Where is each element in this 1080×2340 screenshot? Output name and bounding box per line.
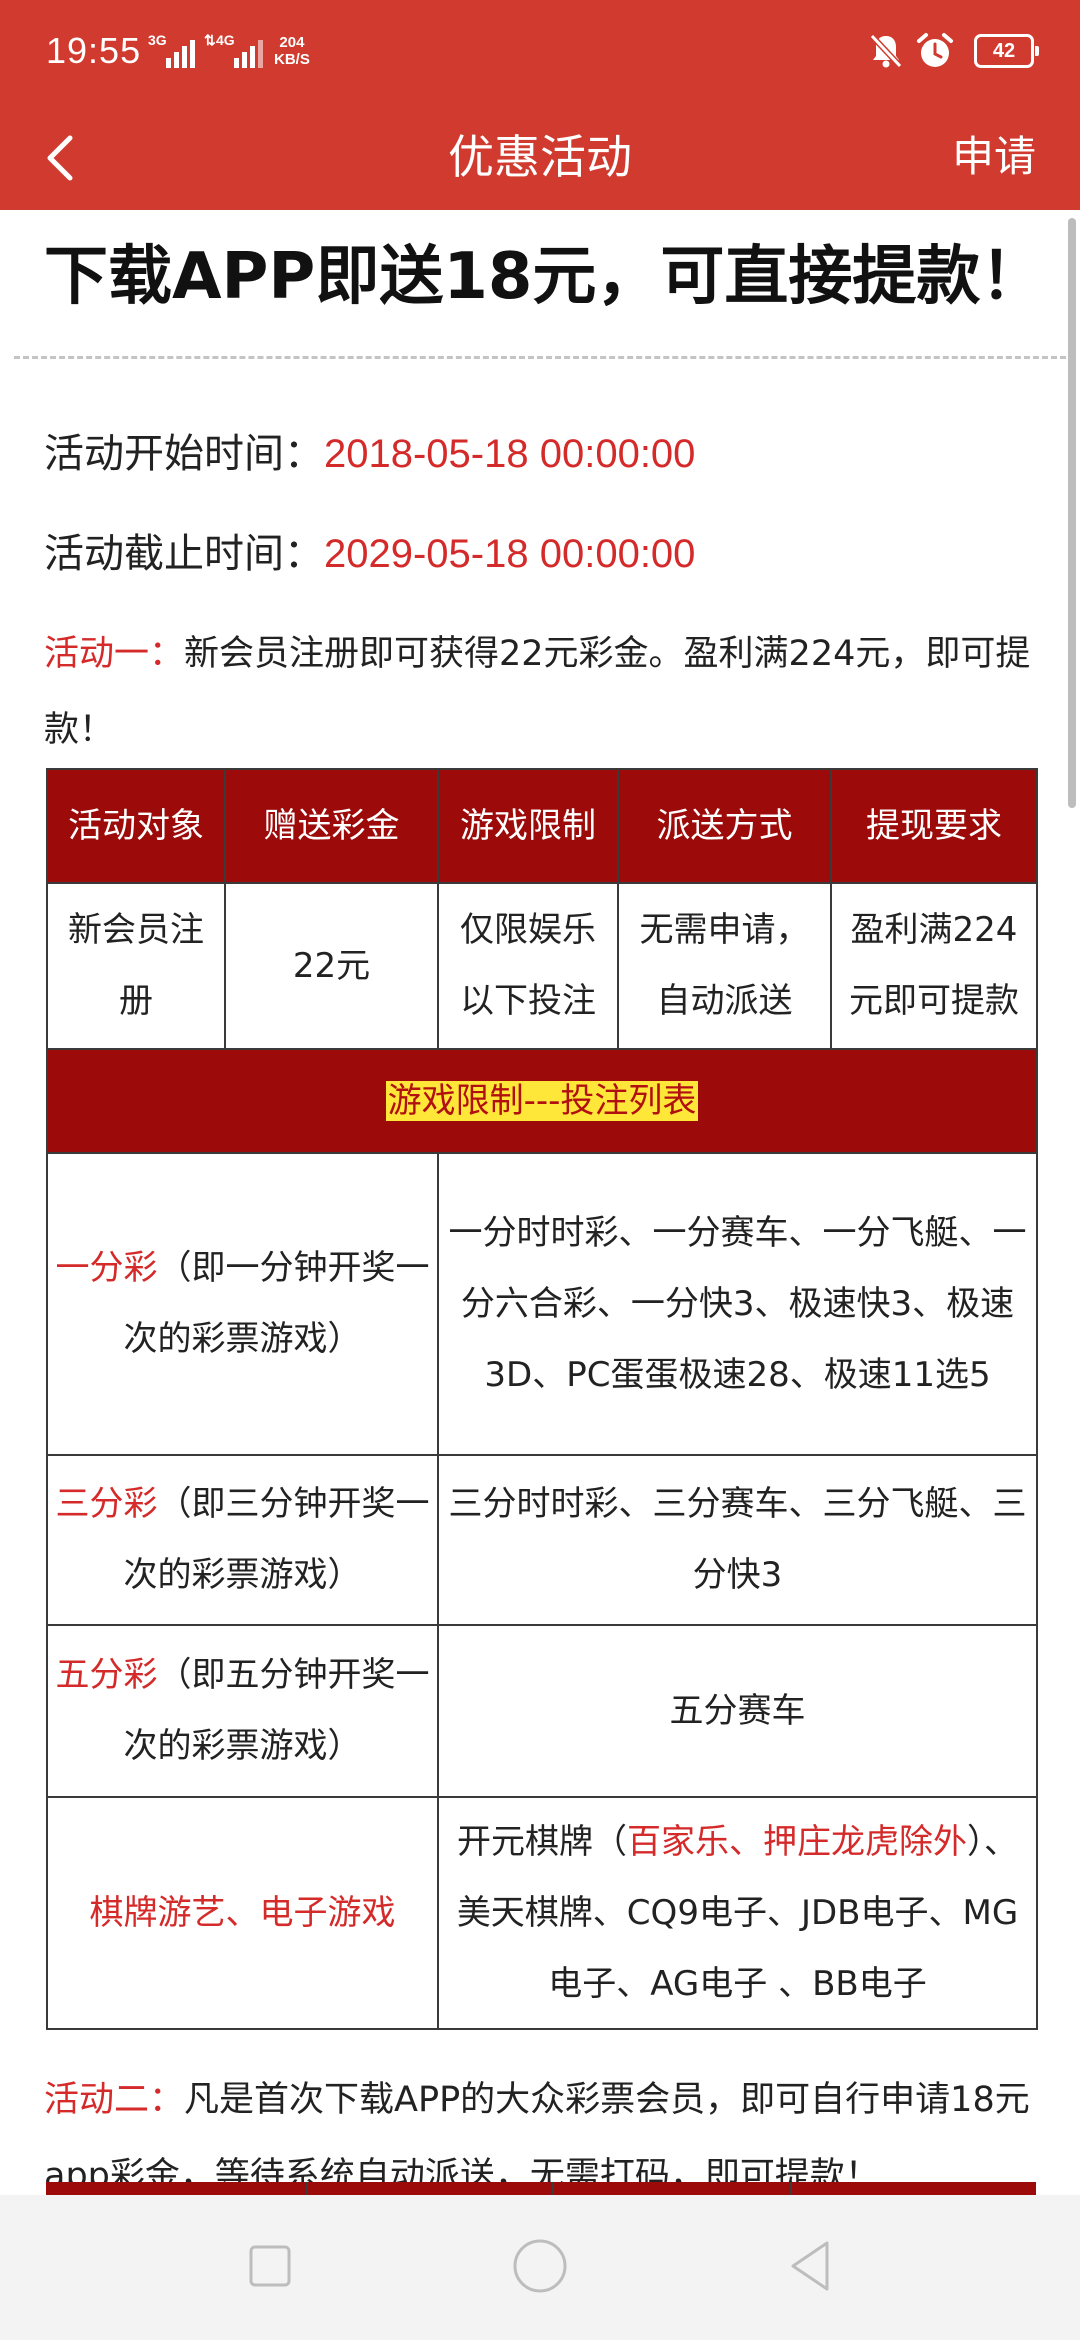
alarm-clock-icon [917,33,953,67]
table-cell: 仅限娱乐以下投注 [437,882,619,1050]
table-row: 新会员注册 22元 仅限娱乐以下投注 无需申请，自动派送 盈利满224元即可提款 [46,882,1038,1050]
system-navigation-bar [0,2195,1080,2340]
table-header-cell: 赠送彩金 [224,768,439,884]
table-row: 一分彩（即一分钟开奖一次的彩票游戏） 一分时时彩、一分赛车、一分飞艇、一分六合彩… [46,1152,1038,1456]
game-category-cell: 一分彩（即一分钟开奖一次的彩票游戏） [46,1152,439,1456]
app-header: 优惠活动 申请 [0,108,1080,210]
table-cell: 新会员注册 [46,882,226,1050]
home-button[interactable] [505,2231,575,2301]
game-category-cell: 三分彩（即三分钟开奖一次的彩票游戏） [46,1454,439,1626]
table-header-cell: 活动对象 [46,768,226,884]
network-speed: 204 KB/S [274,34,310,68]
end-time-row: 活动截止时间：2029-05-18 00:00:00 [44,524,695,584]
status-right: 42 [834,33,1039,74]
end-time-value: 2029-05-18 00:00:00 [324,532,696,576]
table-header-cell: 提现要求 [830,768,1038,884]
table-header-row: 活动对象 赠送彩金 游戏限制 派送方式 提现要求 [46,768,1038,884]
game-category-cell: 棋牌游艺、电子游戏 [46,1796,439,2030]
square-icon [249,2245,291,2287]
end-time-label: 活动截止时间： [44,531,324,577]
apply-button[interactable]: 申请 [952,122,1036,192]
nav-back-button[interactable] [775,2231,845,2301]
page-title: 优惠活动 [448,130,632,184]
activity1-label: 活动一： [44,634,185,674]
promo-table: 活动对象 赠送彩金 游戏限制 派送方式 提现要求 新会员注册 22元 仅限娱乐以… [46,768,1038,2030]
table-banner-row: 游戏限制---投注列表 [46,1048,1038,1154]
signal-3g-icon: 3G [148,32,196,70]
table-row: 五分彩（即五分钟开奖一次的彩票游戏） 五分赛车 [46,1624,1038,1798]
game-category-cell: 五分彩（即五分钟开奖一次的彩票游戏） [46,1624,439,1798]
activity2-label: 活动二： [44,2080,185,2120]
scrollbar[interactable] [1068,218,1076,808]
game-list-cell: 一分时时彩、一分赛车、一分飞艇、一分六合彩、一分快3、极速快3、极速3D、PC蛋… [437,1152,1038,1456]
table-header-cell: 派送方式 [617,768,832,884]
banner-text: 游戏限制---投注列表 [385,1080,699,1121]
start-time-value: 2018-05-18 00:00:00 [324,432,696,476]
start-time-label: 活动开始时间： [44,431,324,477]
table2-header-partial [46,2182,1036,2195]
circle-icon [513,2239,567,2293]
promo-title: 下载APP即送18元，可直接提款！ [44,240,1045,314]
game-limit-banner: 游戏限制---投注列表 [46,1048,1038,1154]
table-row: 棋牌游艺、电子游戏 开元棋牌（百家乐、押庄龙虎除外）、美天棋牌、CQ9电子、JD… [46,1796,1038,2030]
table-cell: 盈利满224元即可提款 [830,882,1038,1050]
activity1-text: 活动一：新会员注册即可获得22元彩金。盈利满224元，即可提款！ [44,634,1031,750]
signal-4g-icon: ⇅ 4G [204,32,264,70]
table-cell: 无需申请，自动派送 [617,882,832,1050]
game-list-cell: 三分时时彩、三分赛车、三分飞艇、三分快3 [437,1454,1038,1626]
triangle-back-icon [791,2241,829,2291]
battery-indicator: 42 [974,34,1039,68]
recent-apps-button[interactable] [235,2231,305,2301]
activity2-text: 活动二：凡是首次下载APP的大众彩票会员，即可自行申请18元app彩金，等待系统… [44,2080,1030,2195]
bell-off-icon [869,33,903,69]
start-time-row: 活动开始时间：2018-05-18 00:00:00 [44,424,695,484]
promo-content[interactable]: 下载APP即送18元，可直接提款！ 活动开始时间：2018-05-18 00:0… [0,210,1080,2195]
status-time: 19:55 [46,30,142,71]
table-header-cell: 游戏限制 [437,768,619,884]
table-row: 三分彩（即三分钟开奖一次的彩票游戏） 三分时时彩、三分赛车、三分飞艇、三分快3 [46,1454,1038,1626]
table-cell: 22元 [224,882,439,1050]
game-list-cell: 开元棋牌（百家乐、押庄龙虎除外）、美天棋牌、CQ9电子、JDB电子、MG电子、A… [437,1796,1038,2030]
game-list-cell: 五分赛车 [437,1624,1038,1798]
dashed-divider [14,356,1066,359]
status-bar: 19:55 3G ⇅ 4G 204 KB/S 42 [0,0,1080,108]
